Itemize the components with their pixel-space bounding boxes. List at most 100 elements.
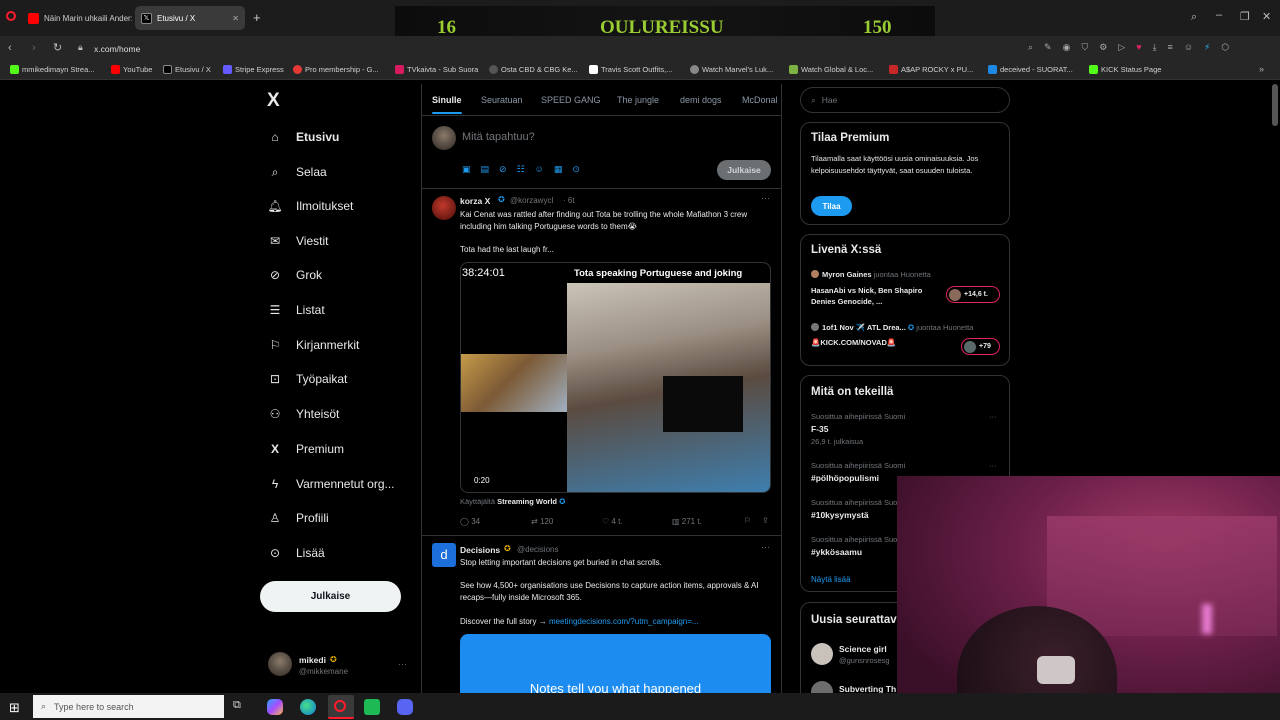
- shield-icon[interactable]: ⛉: [1081, 42, 1088, 53]
- x-logo-icon[interactable]: X: [267, 90, 280, 112]
- camera-icon[interactable]: ◉: [1063, 42, 1071, 53]
- browser-tab-active[interactable]: 𝕏 Etusivu / X ✕: [135, 6, 245, 30]
- bookmark-item[interactable]: Stripe Express: [223, 65, 284, 74]
- nav-premium[interactable]: X Premium: [268, 442, 344, 456]
- heart-icon[interactable]: ♥: [1136, 42, 1141, 53]
- bookmark-item[interactable]: Travis Scott Outfits,...: [589, 65, 672, 74]
- follow-name[interactable]: Science girl: [839, 644, 887, 654]
- extension-icon[interactable]: ⚡: [1204, 42, 1210, 53]
- gif-icon[interactable]: ▤: [481, 164, 490, 175]
- bookmarks-more-icon[interactable]: »: [1259, 64, 1264, 74]
- tweet-author-name[interactable]: Decisions: [460, 545, 500, 555]
- bookmark-item[interactable]: A$AP ROCKY x PU...: [889, 65, 973, 74]
- url-field[interactable]: x.com/home: [94, 44, 140, 54]
- reply-button[interactable]: ◯ 34: [460, 517, 480, 526]
- nav-lists[interactable]: ☰ Listat: [268, 303, 325, 317]
- tweet-more-icon[interactable]: ···: [761, 193, 770, 203]
- post-button[interactable]: Julkaise: [260, 581, 401, 612]
- forward-icon[interactable]: ›: [32, 42, 36, 54]
- tweet-video[interactable]: 38:24:01 0:20 Tota speaking Portuguese a…: [460, 262, 771, 493]
- image-icon[interactable]: ▣: [462, 164, 471, 175]
- maximize-icon[interactable]: ❐: [1240, 10, 1250, 23]
- tab-the-jungle[interactable]: The jungle: [617, 95, 659, 105]
- ad-banner[interactable]: Notes tell you what happened: [460, 634, 771, 693]
- tweet-author-name[interactable]: korza X: [460, 196, 490, 206]
- bookmark-item[interactable]: Osta CBD & CBG Ke...: [489, 65, 578, 74]
- repost-button[interactable]: ⇄ 120: [531, 517, 553, 526]
- location-icon[interactable]: ⊙: [572, 164, 580, 175]
- nav-home[interactable]: ⌂ Etusivu: [268, 130, 339, 144]
- edge-icon[interactable]: [300, 699, 316, 715]
- tweet-author-handle[interactable]: @decisions: [517, 545, 558, 554]
- copilot-icon[interactable]: [267, 699, 283, 715]
- edit-icon[interactable]: ✎: [1044, 42, 1052, 53]
- bookmark-item[interactable]: Watch Global & Loc...: [789, 65, 873, 74]
- views-button[interactable]: ▥ 271 t.: [672, 517, 702, 526]
- nav-profile[interactable]: ♙ Profiili: [268, 511, 329, 525]
- new-tab-button[interactable]: +: [253, 10, 261, 25]
- account-switcher[interactable]: mikedi ✪ @mikkemane ···: [268, 652, 410, 682]
- minimize-icon[interactable]: –: [1216, 9, 1222, 21]
- nav-notifications[interactable]: 🔔︎ Ilmoitukset: [267, 199, 353, 213]
- tweet-more-icon[interactable]: ···: [761, 542, 770, 552]
- menu-icon[interactable]: ≡: [1168, 42, 1173, 53]
- nav-bookmarks[interactable]: ⚐ Kirjanmerkit: [268, 338, 360, 352]
- subscribe-button[interactable]: Tilaa: [811, 196, 852, 216]
- bookmark-icon[interactable]: ⚐: [744, 516, 751, 525]
- bookmark-item[interactable]: KICK Status Page: [1089, 65, 1161, 74]
- bookmark-item[interactable]: YouTube: [111, 65, 152, 74]
- tweet-avatar[interactable]: [432, 196, 456, 220]
- bookmark-item[interactable]: TVkaivta - Sub Suora: [395, 65, 478, 74]
- bookmark-item[interactable]: Etusivu / X: [163, 65, 211, 74]
- play-icon[interactable]: ▷: [1118, 42, 1125, 53]
- back-icon[interactable]: ‹: [8, 42, 12, 54]
- nav-more[interactable]: ⊙ Lisää: [268, 546, 325, 560]
- zoom-icon[interactable]: ⌕: [1028, 42, 1033, 53]
- taskbar-search[interactable]: ⌕ Type here to search: [33, 695, 224, 718]
- settings-icon[interactable]: ⚙: [1099, 42, 1107, 53]
- tweet-time[interactable]: · 6t: [563, 196, 575, 205]
- nav-jobs[interactable]: ⊡ Työpaikat: [268, 372, 347, 386]
- profile-icon[interactable]: ☺: [1184, 42, 1193, 53]
- page-scrollbar[interactable]: [1272, 84, 1278, 126]
- nav-verified-orgs[interactable]: ϟ Varmennetut org...: [268, 477, 395, 491]
- nav-explore[interactable]: ⌕ Selaa: [268, 165, 327, 180]
- video-source-name[interactable]: Streaming World: [497, 497, 557, 506]
- trend-more-icon[interactable]: ···: [989, 461, 997, 470]
- bookmark-item[interactable]: Watch Marvel's Luk...: [690, 65, 773, 74]
- live-item[interactable]: 1of1 Nov ✈️ ATL Drea... ✪ juontaa Huonet…: [801, 321, 1009, 356]
- download-icon[interactable]: ⤓: [1153, 42, 1157, 53]
- grok-image-icon[interactable]: ⊘: [499, 164, 507, 175]
- tweet-link[interactable]: meetingdecisions.com/?utm_campaign=...: [549, 617, 699, 626]
- composer-input[interactable]: Mitä tapahtuu?: [462, 131, 535, 143]
- like-button[interactable]: ♡ 4 t.: [602, 517, 623, 526]
- poll-icon[interactable]: ☷: [517, 164, 525, 175]
- more-options-icon[interactable]: ···: [398, 659, 407, 669]
- share-icon[interactable]: ⇪: [762, 516, 769, 525]
- search-box[interactable]: ⌕ Hae: [800, 87, 1010, 113]
- close-window-icon[interactable]: ✕: [1262, 10, 1271, 23]
- reload-icon[interactable]: ↻: [53, 41, 62, 54]
- trend-more-icon[interactable]: ···: [989, 412, 997, 421]
- tab-mcdonal[interactable]: McDonal: [742, 95, 778, 105]
- bookmark-item[interactable]: Pro membership - G...: [293, 65, 379, 74]
- more-extensions-icon[interactable]: ⬡: [1221, 42, 1229, 53]
- browser-tab[interactable]: Näin Marin uhkaili Ander:: [22, 6, 132, 30]
- tab-for-you[interactable]: Sinulle: [432, 95, 462, 105]
- search-tabs-icon[interactable]: ⌕: [1191, 11, 1197, 24]
- task-view-icon[interactable]: ⧉: [233, 699, 249, 715]
- tab-following[interactable]: Seuratuan: [481, 95, 523, 105]
- close-tab-icon[interactable]: ✕: [232, 14, 239, 23]
- schedule-icon[interactable]: ▦: [554, 164, 563, 175]
- emoji-icon[interactable]: ☺: [535, 164, 544, 175]
- show-more-link[interactable]: Näytä lisää: [811, 575, 851, 584]
- nav-messages[interactable]: ✉ Viestit: [268, 234, 329, 248]
- windows-start-icon[interactable]: ⊞: [9, 700, 20, 716]
- nav-communities[interactable]: ⚇ Yhteisöt: [268, 407, 340, 421]
- nav-grok[interactable]: ⊘ Grok: [268, 268, 322, 282]
- avatar[interactable]: [811, 643, 833, 665]
- tab-demi-dogs[interactable]: demi dogs: [680, 95, 722, 105]
- opera-gx-icon[interactable]: [334, 700, 346, 712]
- bookmark-item[interactable]: mmikedimayn Strea...: [10, 65, 95, 74]
- tab-speed-gang[interactable]: SPEED GANG: [541, 95, 601, 105]
